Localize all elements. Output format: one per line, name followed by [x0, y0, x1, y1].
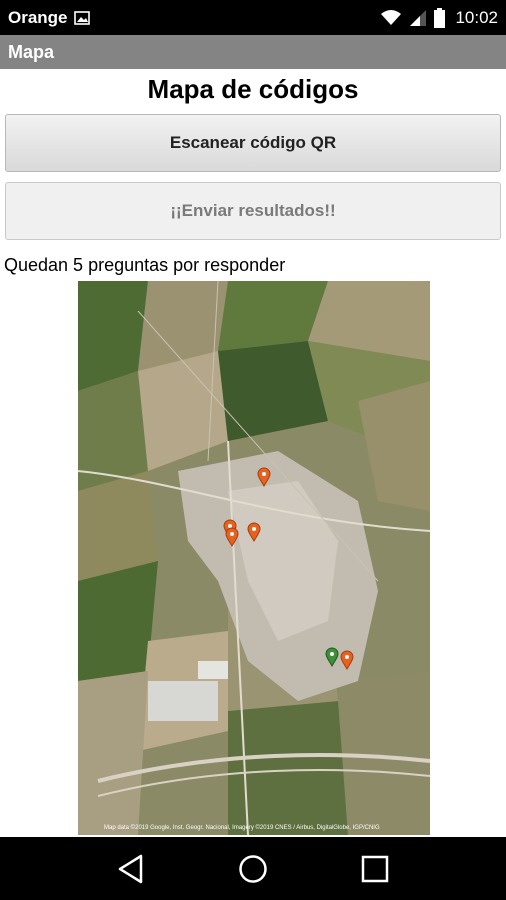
action-bar: Mapa: [0, 35, 506, 69]
back-button[interactable]: [111, 849, 151, 889]
map-marker-icon[interactable]: [247, 522, 261, 542]
action-bar-title: Mapa: [8, 41, 55, 62]
map-marker-icon[interactable]: [257, 467, 271, 487]
remaining-questions-text: Quedan 5 preguntas por responder: [4, 255, 286, 275]
navigation-bar: [0, 837, 506, 900]
scan-qr-button[interactable]: Escanear código QR: [5, 114, 501, 172]
status-icons: 10:02: [380, 7, 498, 28]
image-icon: [73, 10, 90, 25]
home-button[interactable]: [233, 849, 273, 889]
back-icon: [118, 854, 143, 883]
map-marker-icon[interactable]: [225, 527, 239, 547]
page-title: Mapa de códigos: [147, 74, 359, 104]
map-attribution: Map data ©2019 Google, Inst. Geogr. Naci…: [104, 825, 380, 831]
home-icon: [239, 854, 267, 883]
clock: 10:02: [455, 7, 498, 27]
map-marker-icon[interactable]: [340, 650, 354, 670]
satellite-map[interactable]: Map data ©2019 Google, Inst. Geogr. Naci…: [78, 281, 430, 835]
wifi-icon: [381, 9, 402, 25]
signal-icon: [410, 9, 427, 26]
status-bar: Orange 10:02: [0, 0, 506, 35]
battery-icon: [434, 7, 446, 28]
map-imagery: [78, 281, 430, 835]
map-marker-icon[interactable]: [325, 647, 339, 667]
send-results-button[interactable]: ¡¡Enviar resultados!!: [5, 182, 501, 240]
recents-icon: [361, 855, 389, 882]
recents-button[interactable]: [355, 849, 395, 889]
carrier-name: Orange: [8, 7, 68, 27]
